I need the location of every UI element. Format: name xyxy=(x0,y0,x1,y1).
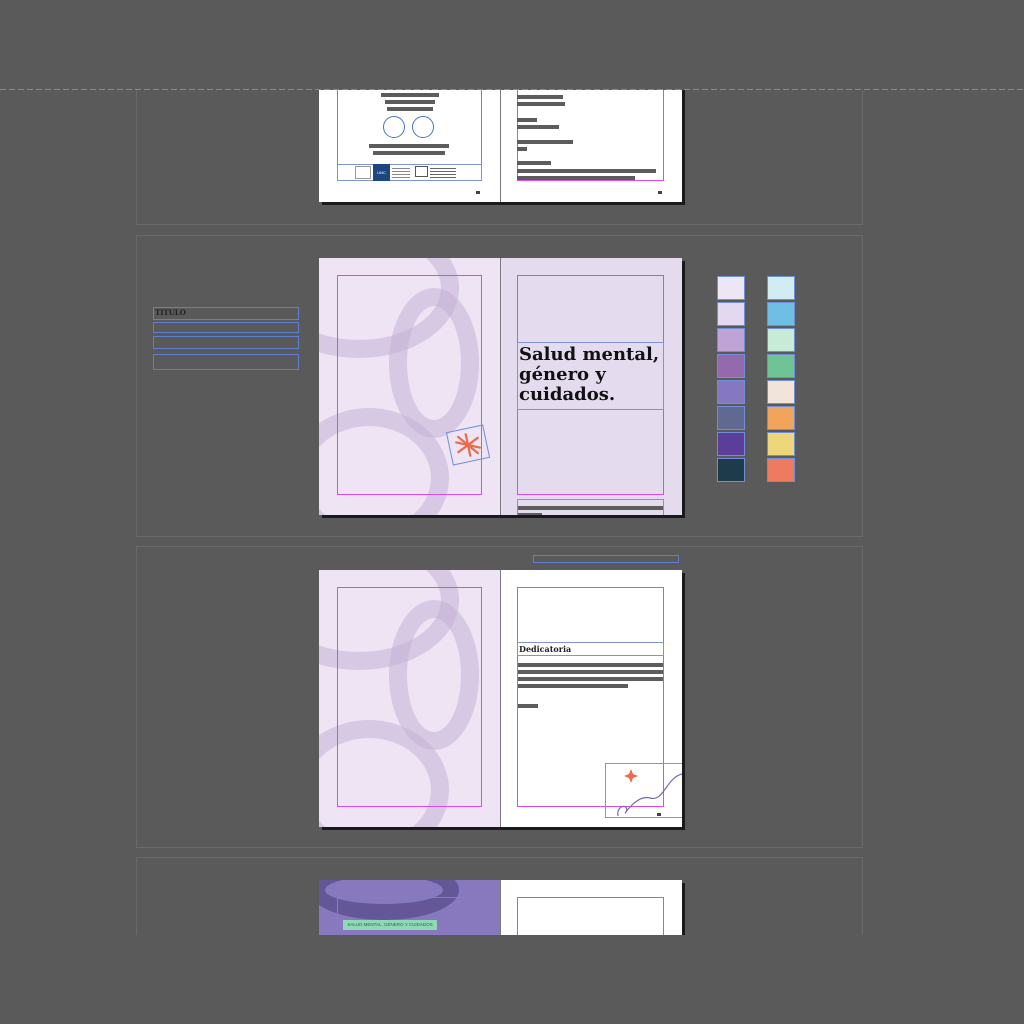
dedication-heading-frame[interactable]: Dedicatoria xyxy=(517,642,664,656)
text-line xyxy=(517,102,565,106)
text-line xyxy=(517,169,656,173)
text-line xyxy=(517,118,537,122)
logo-caption xyxy=(392,168,410,178)
color-swatch-right-1[interactable] xyxy=(767,276,795,300)
asterisk-icon xyxy=(455,433,481,457)
text-line xyxy=(369,144,449,148)
page-number xyxy=(657,813,661,816)
asterisk-sticker-frame[interactable] xyxy=(445,424,491,466)
cover-title-line: cuidados. xyxy=(519,384,616,405)
color-swatch-right-5[interactable] xyxy=(767,380,795,404)
page-cover-back[interactable] xyxy=(319,258,500,515)
pasteboard-canvas[interactable]: UNC TITULO Salud mental, género y cuidad… xyxy=(0,0,1024,1024)
logo-circle-placeholder[interactable] xyxy=(412,116,434,138)
logo-circle-placeholder[interactable] xyxy=(383,116,405,138)
page-number xyxy=(658,191,662,194)
spread-gutter xyxy=(500,90,501,202)
pasteboard-frame[interactable] xyxy=(533,555,679,563)
page-cover-front[interactable]: Salud mental, género y cuidados. xyxy=(501,258,682,515)
page-left-credits[interactable]: UNC xyxy=(319,90,500,202)
text-line xyxy=(517,140,573,144)
page-blank-right[interactable] xyxy=(501,880,682,935)
text-line xyxy=(517,161,551,165)
color-swatch-right-7[interactable] xyxy=(767,432,795,456)
logo-crest xyxy=(355,166,371,179)
pasteboard-title-label: TITULO xyxy=(155,308,186,317)
text-line xyxy=(381,93,439,97)
color-swatch-left-5[interactable] xyxy=(717,380,745,404)
color-swatch-right-6[interactable] xyxy=(767,406,795,430)
cover-title[interactable]: Salud mental, género y cuidados. xyxy=(519,345,659,405)
section-tag[interactable]: SALUD MENTAL, GÉNERO Y CUIDADOS xyxy=(343,920,437,930)
text-line xyxy=(517,95,563,99)
text-line xyxy=(518,677,663,681)
unc-logo: UNC xyxy=(373,164,390,181)
pasteboard-frame[interactable] xyxy=(153,322,299,333)
sparkle-squiggle-icon xyxy=(617,769,682,817)
spread-gutter xyxy=(500,880,501,935)
spread-gutter xyxy=(500,258,501,515)
color-swatch-left-4[interactable] xyxy=(717,354,745,378)
text-line xyxy=(518,670,663,674)
text-line xyxy=(373,151,445,155)
page-right-legal[interactable] xyxy=(501,90,682,202)
text-line xyxy=(387,107,433,111)
document-viewport[interactable]: UNC TITULO Salud mental, género y cuidad… xyxy=(0,90,1024,935)
logo-caption xyxy=(430,168,456,178)
text-line xyxy=(517,176,635,180)
pasteboard-frame[interactable] xyxy=(153,336,299,349)
color-swatch-left-3[interactable] xyxy=(717,328,745,352)
subtitle-frame[interactable] xyxy=(517,499,664,515)
ornament-frame[interactable] xyxy=(605,763,682,818)
color-swatch-left-6[interactable] xyxy=(717,406,745,430)
text-line xyxy=(518,704,538,708)
page-pattern-left[interactable] xyxy=(319,570,500,827)
cover-title-line: género y xyxy=(519,364,606,385)
spread-gutter xyxy=(500,570,501,827)
color-swatch-left-2[interactable] xyxy=(717,302,745,326)
text-line xyxy=(518,663,663,667)
text-line xyxy=(385,100,435,104)
color-swatch-right-3[interactable] xyxy=(767,328,795,352)
color-swatch-left-8[interactable] xyxy=(717,458,745,482)
dedication-heading: Dedicatoria xyxy=(519,644,572,654)
pasteboard-title-frame[interactable]: TITULO xyxy=(153,307,299,320)
text-line xyxy=(517,147,527,151)
color-swatch-left-7[interactable] xyxy=(717,432,745,456)
pasteboard-frame[interactable] xyxy=(153,354,299,370)
margin-guide xyxy=(517,897,664,935)
text-line xyxy=(518,684,628,688)
page-dedication[interactable]: Dedicatoria xyxy=(501,570,682,827)
color-swatch-left-1[interactable] xyxy=(717,276,745,300)
color-swatch-right-2[interactable] xyxy=(767,302,795,326)
color-swatch-right-4[interactable] xyxy=(767,354,795,378)
margin-guide xyxy=(337,587,482,807)
color-swatch-right-8[interactable] xyxy=(767,458,795,482)
page-section-opener[interactable]: SALUD MENTAL, GÉNERO Y CUIDADOS xyxy=(319,880,500,935)
page-number xyxy=(476,191,480,194)
text-line xyxy=(517,125,559,129)
cover-title-frame[interactable]: Salud mental, género y cuidados. xyxy=(517,342,664,410)
cover-title-line: Salud mental, xyxy=(519,344,660,365)
logo-frame xyxy=(415,166,428,177)
